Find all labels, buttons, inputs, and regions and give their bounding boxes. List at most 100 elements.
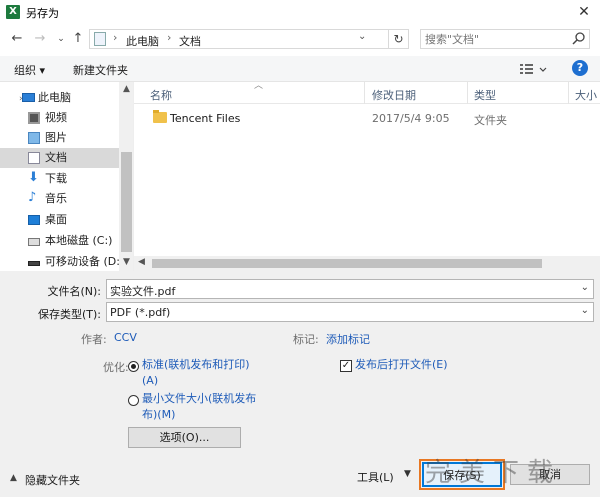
optimize-minimum-line1: 最小文件大小(联机发布: [142, 392, 257, 405]
close-button[interactable]: ✕: [572, 2, 596, 22]
optimize-minimum-radio[interactable]: [128, 395, 139, 406]
nav-item-this-pc[interactable]: › 此电脑: [0, 88, 119, 108]
filename-value: 实验文件.pdf: [110, 285, 176, 298]
up-button[interactable]: ↑: [69, 30, 87, 48]
nav-item-removable[interactable]: 可移动设备 (D:): [0, 252, 124, 271]
nav-item-videos[interactable]: 视频: [0, 108, 119, 128]
optimize-label: 优化:: [103, 361, 129, 374]
column-header-name[interactable]: 名称: [150, 87, 172, 103]
tools-label[interactable]: 工具(L): [357, 469, 394, 485]
tags-label: 标记:: [293, 333, 319, 346]
tags-value[interactable]: 添加标记: [326, 331, 370, 347]
file-name: Tencent Files: [170, 112, 241, 125]
nav-item-pictures[interactable]: 图片: [0, 128, 119, 148]
horizontal-scrollbar-thumb[interactable]: [152, 259, 542, 268]
change-view-button[interactable]: [518, 61, 548, 77]
table-row[interactable]: Tencent Files 2017/5/4 9:05 文件夹: [134, 108, 600, 128]
optimize-standard-line1: 标准(联机发布和打印): [142, 358, 250, 371]
nav-item-local-disk[interactable]: 本地磁盘 (C:): [0, 231, 119, 251]
optimize-standard-label[interactable]: 标准(联机发布和打印) (A): [142, 357, 250, 389]
scroll-left-icon[interactable]: ◀: [138, 257, 145, 267]
recent-locations-button[interactable]: ⌄: [52, 30, 70, 48]
back-arrow-icon: ←: [11, 31, 23, 46]
filetype-select[interactable]: PDF (*.pdf) ⌄: [106, 302, 594, 322]
new-folder-button[interactable]: 新建文件夹: [73, 62, 128, 78]
refresh-button[interactable]: ↻: [389, 29, 409, 49]
file-list: ︿ 名称 修改日期 类型 大小 Tencent Files 2017/5/4 9…: [134, 81, 600, 271]
scroll-up-icon[interactable]: ▲: [123, 84, 130, 94]
location-icon: [94, 32, 106, 46]
nav-label: 下载: [45, 172, 67, 185]
breadcrumb-this-pc[interactable]: 此电脑: [126, 33, 159, 49]
column-divider[interactable]: [568, 82, 569, 104]
column-divider[interactable]: [467, 82, 468, 104]
chevron-down-icon: ⌄: [57, 34, 65, 44]
removable-drive-icon: [28, 261, 40, 266]
column-header-size[interactable]: 大小: [575, 87, 597, 103]
nav-item-music[interactable]: ♪ 音乐: [0, 189, 119, 209]
optimize-standard-line2: (A): [142, 374, 159, 387]
filename-field[interactable]: 实验文件.pdf ⌄: [106, 279, 594, 299]
nav-scrollbar[interactable]: ▲ ▼: [119, 82, 133, 271]
column-header-date[interactable]: 修改日期: [372, 87, 416, 103]
nav-label: 音乐: [45, 192, 67, 205]
nav-scrollbar-thumb[interactable]: [121, 152, 132, 252]
nav-label: 图片: [45, 131, 67, 144]
computer-icon: [22, 93, 35, 102]
horizontal-scrollbar[interactable]: ◀: [134, 256, 600, 271]
nav-item-documents[interactable]: 文档: [0, 148, 119, 168]
breadcrumb-documents[interactable]: 文档: [179, 33, 201, 49]
collapse-chevron-icon[interactable]: ▲: [10, 473, 17, 483]
filename-label: 文件名(N):: [47, 285, 101, 298]
forward-arrow-icon: →: [34, 31, 46, 46]
chevron-down-icon[interactable]: ⌄: [581, 305, 589, 316]
address-dropdown-icon[interactable]: ⌄: [358, 31, 366, 42]
optimize-minimum-line2: 布)(M): [142, 408, 176, 421]
up-arrow-icon: ↑: [72, 31, 84, 46]
file-type: 文件夹: [474, 114, 507, 127]
nav-label: 文档: [45, 151, 67, 164]
drive-icon: [28, 238, 40, 246]
scroll-down-icon[interactable]: ▼: [123, 257, 130, 267]
nav-label: 本地磁盘 (C:): [45, 234, 113, 247]
file-date: 2017/5/4 9:05: [372, 112, 450, 125]
author-value[interactable]: CCV: [114, 331, 137, 344]
nav-item-desktop[interactable]: 桌面: [0, 210, 119, 230]
options-button[interactable]: 选项(O)...: [128, 427, 241, 448]
open-after-publish-label[interactable]: 发布后打开文件(E): [355, 357, 448, 373]
help-button[interactable]: ?: [572, 60, 588, 76]
forward-button[interactable]: →: [31, 30, 49, 48]
chevron-down-icon[interactable]: ⌄: [581, 282, 589, 293]
command-toolbar: 组织 ▾ 新建文件夹 ?: [0, 56, 600, 82]
nav-label: 桌面: [45, 213, 67, 226]
nav-item-downloads[interactable]: ⬇ 下载: [0, 169, 119, 189]
search-input[interactable]: [425, 32, 565, 46]
sort-ascending-icon: ︿: [254, 81, 264, 91]
hide-folders-button[interactable]: 隐藏文件夹: [25, 472, 80, 488]
excel-app-icon: X: [6, 5, 20, 19]
breadcrumb-separator-icon: ›: [113, 31, 118, 44]
refresh-icon: ↻: [393, 32, 404, 46]
optimize-minimum-label[interactable]: 最小文件大小(联机发布 布)(M): [142, 391, 256, 423]
window-title: 另存为: [26, 7, 59, 20]
nav-label: 此电脑: [38, 91, 71, 104]
close-icon: ✕: [578, 4, 590, 20]
folder-icon: [153, 110, 167, 123]
column-divider[interactable]: [364, 82, 365, 104]
column-header-type[interactable]: 类型: [474, 87, 496, 103]
title-bar: X 另存为 ✕: [0, 0, 600, 24]
search-icon[interactable]: [571, 30, 587, 48]
tools-dropdown-icon[interactable]: ▼: [404, 469, 411, 479]
address-bar[interactable]: › 此电脑 › 文档 ⌄: [89, 29, 389, 49]
watermark-text: 完美下载: [425, 458, 562, 488]
column-header-row: ︿ 名称 修改日期 类型 大小: [134, 81, 600, 104]
optimize-standard-radio[interactable]: [128, 361, 139, 372]
search-box[interactable]: [420, 29, 590, 49]
open-after-publish-checkbox[interactable]: ✓: [340, 360, 352, 372]
author-label: 作者:: [81, 333, 107, 346]
document-icon: [28, 152, 40, 164]
download-icon: ⬇: [28, 170, 39, 185]
back-button[interactable]: ←: [8, 30, 26, 48]
organize-button[interactable]: 组织 ▾: [14, 62, 45, 78]
nav-label: 视频: [45, 111, 67, 124]
